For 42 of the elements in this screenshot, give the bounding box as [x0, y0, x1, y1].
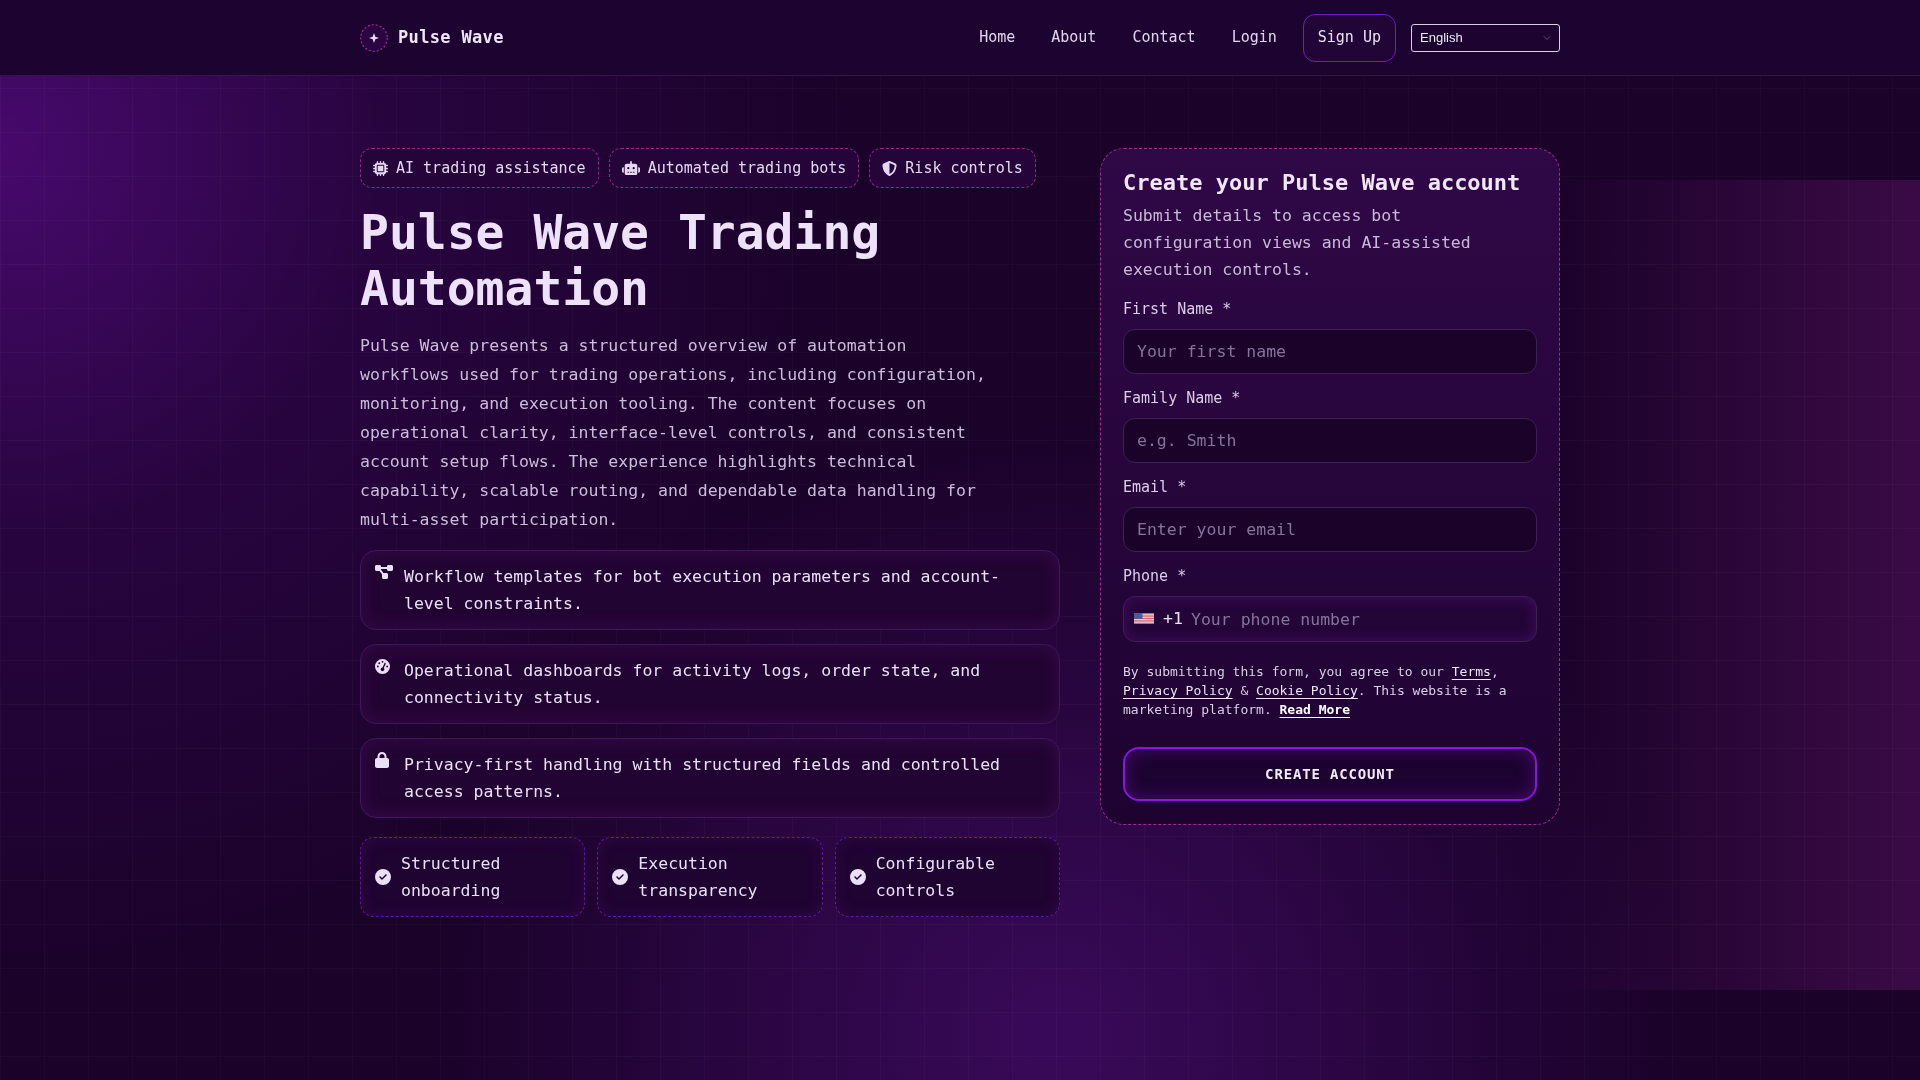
email-input[interactable]: Enter your email [1123, 507, 1537, 552]
language-select[interactable]: English [1411, 23, 1560, 52]
inline-link[interactable]: Cookie Policy [1256, 683, 1358, 698]
chip-icon [373, 160, 388, 176]
highlight-text: Execution transparency [638, 853, 759, 902]
field-label: Phone * [1123, 566, 1188, 586]
shield-icon [882, 160, 898, 176]
nav-link[interactable]: About [1051, 26, 1097, 49]
feature-label: Automated trading bots [647, 157, 847, 179]
feature-label: Risk controls [905, 157, 1023, 179]
consent-text: By submitting this form, you agree to our Terms, Privacy Policy & Cookie Policy. This website is a marketing platform. Read More [1123, 663, 1508, 719]
sign-up-button[interactable]: Sign Up [1302, 13, 1396, 62]
inline-link[interactable]: Terms [1451, 664, 1491, 679]
form-title: Create your Pulse Wave account [1123, 169, 1522, 197]
robot-icon [621, 160, 640, 176]
form-subtitle: Submit details to access bot configuration views and AI-assisted execution controls. [1123, 205, 1472, 281]
highlight-text: Structured onboarding [401, 853, 502, 902]
nav-link[interactable]: Home [979, 26, 1016, 49]
inline-link[interactable]: Privacy Policy [1123, 683, 1233, 698]
country-code: +1 [1163, 608, 1183, 630]
nav-link[interactable]: Login [1231, 26, 1277, 49]
brand-name: Pulse Wave [398, 25, 504, 49]
feature-text: Operational dashboards for activity logs, order state, and connectivity status. [404, 660, 982, 709]
page-heading: Pulse Wave Trading Automation [360, 204, 882, 316]
flag-icon [1134, 613, 1154, 624]
intro-paragraph: Pulse Wave presents a structured overview of automation workflows used for trading operations, including configuration, monitoring, and execution tooling. The content focuses on operational clarity, interface-level controls, and consistent account setup flows. The experience highlights technical capability, scalable routing, and dependable data handling for multi-asset participation. [360, 335, 987, 531]
gauge-icon [375, 659, 390, 674]
text-input[interactable]: e.g. Smith [1123, 418, 1537, 463]
highlight-text: Configurable controls [875, 853, 996, 902]
sparkle-logo-icon [360, 23, 388, 52]
nav-link[interactable]: Contact [1132, 26, 1196, 49]
feature-label: AI trading assistance [396, 157, 586, 179]
text-input[interactable]: Your first name [1123, 329, 1537, 374]
diagram-icon [375, 564, 393, 580]
field-label: First Name * [1123, 299, 1233, 319]
create-account-button[interactable]: CREATE ACCOUNT [1123, 747, 1537, 801]
field-label: Family Name * [1123, 388, 1242, 408]
field-label: Email * [1123, 477, 1188, 497]
lock-icon [375, 752, 389, 768]
read-more-link[interactable]: Read More [1279, 702, 1350, 717]
feature-text: Workflow templates for bot execution parameters and account-level constraints. [404, 566, 1002, 615]
feature-text: Privacy-first handling with structured fields and controlled access patterns. [404, 754, 1002, 803]
